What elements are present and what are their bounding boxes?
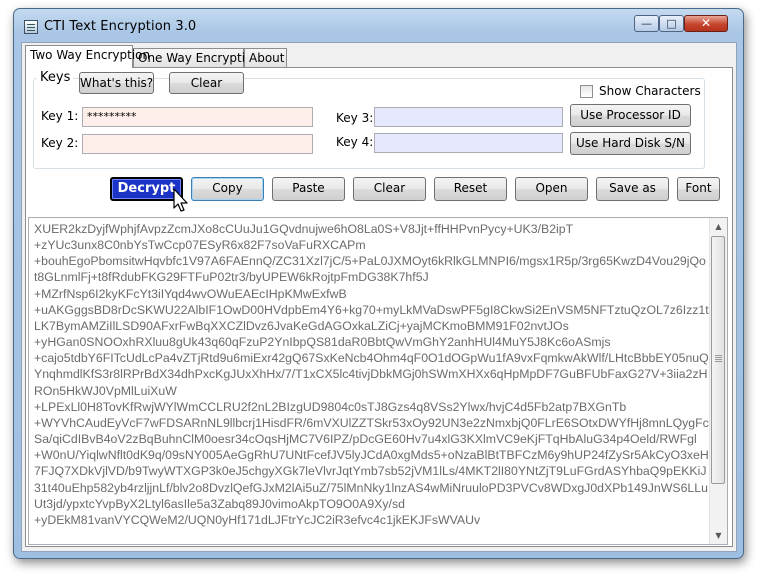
clear-text-button[interactable]: Clear [353, 177, 426, 201]
clear-keys-button[interactable]: Clear [169, 72, 244, 94]
title-bar[interactable]: CTI Text Encryption 3.0 — □ ✕ [14, 9, 743, 43]
use-processor-id-button[interactable]: Use Processor ID [570, 104, 691, 127]
key4-field[interactable] [374, 133, 563, 153]
use-hard-disk-button[interactable]: Use Hard Disk S/N [570, 132, 691, 155]
show-characters-label: Show Characters [599, 84, 701, 98]
tab-two-way-encryption[interactable]: Two Way Encryption [25, 45, 150, 68]
vertical-scrollbar[interactable]: ▲ ▼ [709, 218, 727, 544]
key3-label: Key 3: [336, 111, 374, 125]
show-characters-checkbox[interactable] [580, 85, 593, 98]
key1-field[interactable]: ********* [82, 107, 313, 127]
save-as-button[interactable]: Save as [596, 177, 669, 201]
maximize-button[interactable]: □ [659, 15, 684, 32]
keys-group-title: Keys [37, 70, 74, 85]
font-button[interactable]: Font [677, 177, 720, 201]
minimize-button[interactable]: — [634, 15, 659, 32]
key2-label: Key 2: [41, 136, 79, 150]
close-button[interactable]: ✕ [684, 15, 728, 32]
window-title: CTI Text Encryption 3.0 [44, 19, 197, 34]
app-icon[interactable] [24, 20, 38, 34]
scroll-thumb[interactable] [711, 236, 725, 484]
copy-button[interactable]: Copy [191, 177, 264, 201]
open-button[interactable]: Open [515, 177, 588, 201]
reset-button[interactable]: Reset [434, 177, 507, 201]
mouse-pointer-icon [173, 188, 188, 212]
key2-field[interactable] [82, 134, 313, 154]
paste-button[interactable]: Paste [272, 177, 345, 201]
key1-label: Key 1: [41, 109, 79, 123]
encrypted-text: XUER2kzDyjfWphjfAvpzZcmJXo8cCUuJu1GQvdnu… [34, 222, 709, 527]
tab-about[interactable]: About [244, 48, 287, 67]
text-area[interactable]: XUER2kzDyjfWphjfAvpzZcmJXo8cCUuJu1GQvdnu… [28, 217, 728, 545]
scroll-up-icon[interactable]: ▲ [710, 218, 727, 235]
scroll-down-icon[interactable]: ▼ [710, 527, 727, 544]
whats-this-button[interactable]: What's this? [79, 72, 154, 94]
key4-label: Key 4: [336, 135, 374, 149]
key3-field[interactable] [374, 107, 563, 127]
